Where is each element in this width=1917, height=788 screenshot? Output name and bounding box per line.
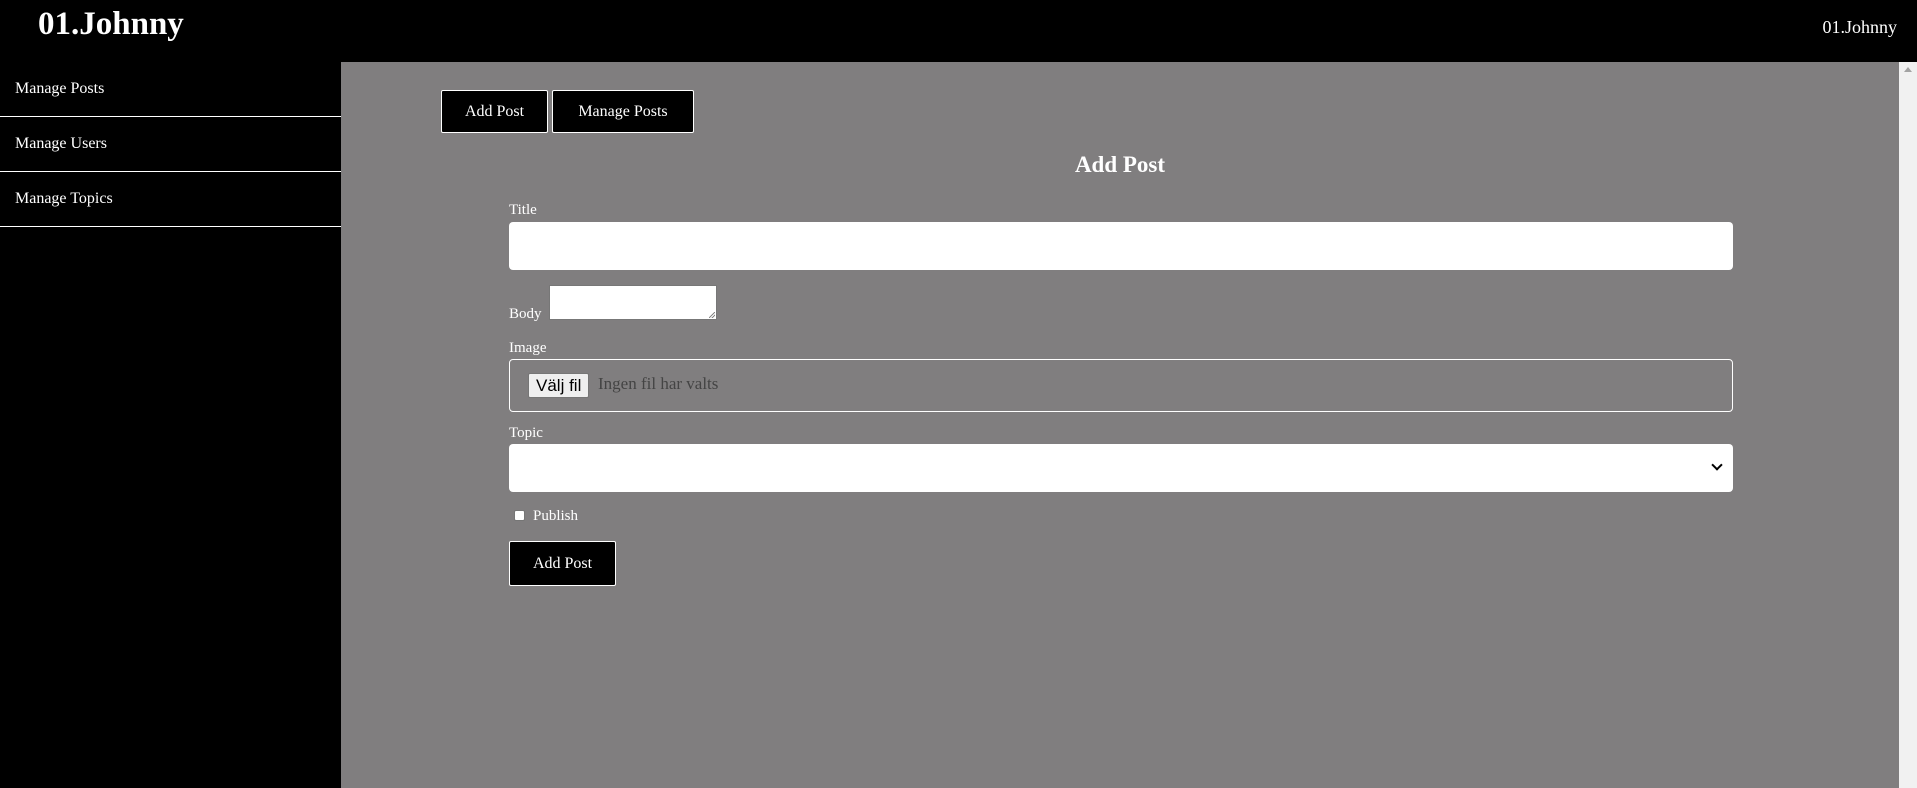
form-heading: Add Post: [1074, 152, 1166, 177]
submit-add-post-button[interactable]: Add Post: [509, 541, 616, 586]
manage-posts-tab-button[interactable]: Manage Posts: [552, 90, 694, 133]
image-label: Image: [509, 340, 547, 356]
brand-logo[interactable]: 01.Johnny: [38, 6, 184, 43]
sidebar-item-manage-topics[interactable]: Manage Topics: [0, 172, 341, 227]
body-label: Body: [509, 306, 542, 322]
title-label: Title: [509, 202, 537, 218]
sidebar-item-manage-posts[interactable]: Manage Posts: [0, 62, 341, 117]
add-post-tab-button[interactable]: Add Post: [441, 90, 548, 133]
image-file-input[interactable]: Välj fil Ingen fil har valts: [509, 359, 1733, 412]
topic-select[interactable]: [509, 444, 1733, 492]
publish-checkbox[interactable]: [514, 510, 525, 521]
top-navbar: 01.Johnny 01.Johnny: [0, 0, 1917, 62]
main-content: Add Post Manage Posts Add Post Title Bod…: [341, 62, 1899, 788]
file-status-text: Ingen fil har valts: [598, 374, 719, 393]
scroll-up-arrow-icon[interactable]: [1904, 67, 1912, 72]
publish-label[interactable]: Publish: [533, 508, 578, 525]
topic-label: Topic: [509, 425, 543, 441]
choose-file-button[interactable]: Välj fil: [528, 373, 590, 398]
sidebar-item-manage-users[interactable]: Manage Users: [0, 117, 341, 172]
vertical-scrollbar[interactable]: [1899, 62, 1917, 788]
sidebar: Manage Posts Manage Users Manage Topics: [0, 62, 341, 788]
body-textarea[interactable]: [549, 285, 717, 320]
title-input[interactable]: [509, 222, 1733, 270]
resize-grip-icon[interactable]: [709, 312, 715, 318]
user-name[interactable]: 01.Johnny: [1822, 17, 1897, 38]
chevron-down-icon: [1711, 459, 1723, 471]
